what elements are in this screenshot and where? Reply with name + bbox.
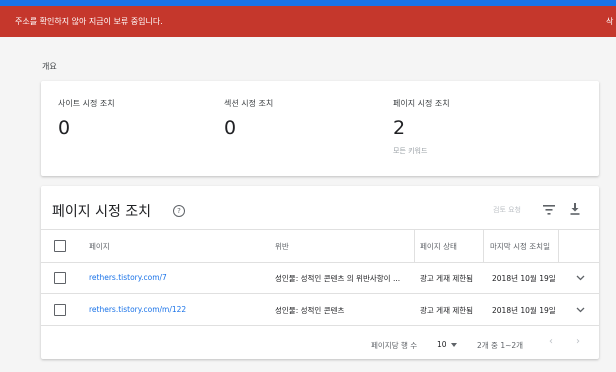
- select-all-checkbox[interactable]: [54, 240, 66, 252]
- table-top-divider: [41, 229, 599, 230]
- page-status: 광고 게재 제한됨: [420, 306, 474, 315]
- table-title: 페이지 시정 조치: [52, 204, 152, 220]
- page-actions-table-card: 페이지 시정 조치 ? 검토 요청 페이지 위반 페이지 상태 마지막 시정 조…: [41, 186, 599, 359]
- row-checkbox[interactable]: [54, 272, 66, 284]
- rows-per-page-select[interactable]: 10: [437, 340, 447, 349]
- section-actions-label: 섹션 시정 조치: [224, 99, 274, 108]
- section-actions-stat: 섹션 시정 조치 0: [224, 98, 273, 139]
- page-status: 광고 게재 제한됨: [420, 274, 474, 283]
- site-actions-label: 사이트 시정 조치: [58, 99, 115, 108]
- alert-action-button[interactable]: 삭: [606, 6, 613, 37]
- column-header-status[interactable]: 페이지 상태: [420, 241, 457, 252]
- dropdown-arrow-icon[interactable]: [451, 343, 457, 347]
- column-divider: [483, 229, 484, 262]
- site-actions-value: 0: [58, 117, 71, 139]
- page-actions-subtext: 모든 키워드: [393, 147, 428, 155]
- previous-page-button[interactable]: ‹: [549, 336, 553, 347]
- page-actions-stat[interactable]: 페이지 시정 조치 2 모든 키워드: [393, 98, 450, 156]
- table-bottom-divider: [41, 325, 599, 326]
- alert-message: 주소를 확인하지 않아 지금이 보류 중입니다.: [15, 17, 163, 26]
- pending-alert-banner: 주소를 확인하지 않아 지금이 보류 중입니다. 삭: [0, 6, 616, 37]
- last-action-date: 2018년 10월 19일: [492, 306, 556, 315]
- help-circle-icon[interactable]: ?: [173, 205, 185, 217]
- violation-text: 성인물: 성적인 콘텐츠 의 위반사항이 ...: [275, 274, 401, 283]
- column-header-violation[interactable]: 위반: [275, 241, 289, 252]
- chevron-down-icon[interactable]: [576, 307, 585, 313]
- column-divider: [558, 229, 559, 262]
- column-header-last-action-date[interactable]: 마지막 시정 조치일: [490, 241, 550, 252]
- section-actions-value: 0: [224, 117, 237, 139]
- rows-per-page-label: 페이지당 행 수: [371, 341, 418, 350]
- row-divider: [41, 293, 599, 294]
- overview-summary-card: 사이트 시정 조치 0 섹션 시정 조치 0 페이지 시정 조치 2 모든 키워…: [41, 81, 599, 176]
- last-action-date: 2018년 10월 19일: [492, 274, 556, 283]
- column-header-page[interactable]: 페이지: [89, 241, 110, 252]
- review-request-button[interactable]: 검토 요청: [493, 205, 521, 215]
- column-divider: [414, 229, 415, 262]
- row-checkbox[interactable]: [54, 304, 66, 316]
- download-icon[interactable]: [569, 203, 581, 215]
- site-actions-stat: 사이트 시정 조치 0: [58, 98, 115, 139]
- violation-text: 성인물: 성적인 콘텐츠: [275, 306, 345, 315]
- page-range-text: 2개 중 1~2개: [477, 341, 524, 350]
- header-divider: [41, 262, 599, 263]
- next-page-button[interactable]: ›: [576, 336, 580, 347]
- page-actions-label: 페이지 시정 조치: [393, 99, 450, 108]
- filter-icon[interactable]: [543, 205, 555, 215]
- page-actions-value: 2: [393, 117, 406, 139]
- page-link[interactable]: rethers.tistory.com/7: [89, 273, 167, 282]
- page-link[interactable]: rethers.tistory.com/m/122: [89, 305, 186, 314]
- chevron-down-icon[interactable]: [576, 275, 585, 281]
- overview-label: 개요: [42, 62, 57, 71]
